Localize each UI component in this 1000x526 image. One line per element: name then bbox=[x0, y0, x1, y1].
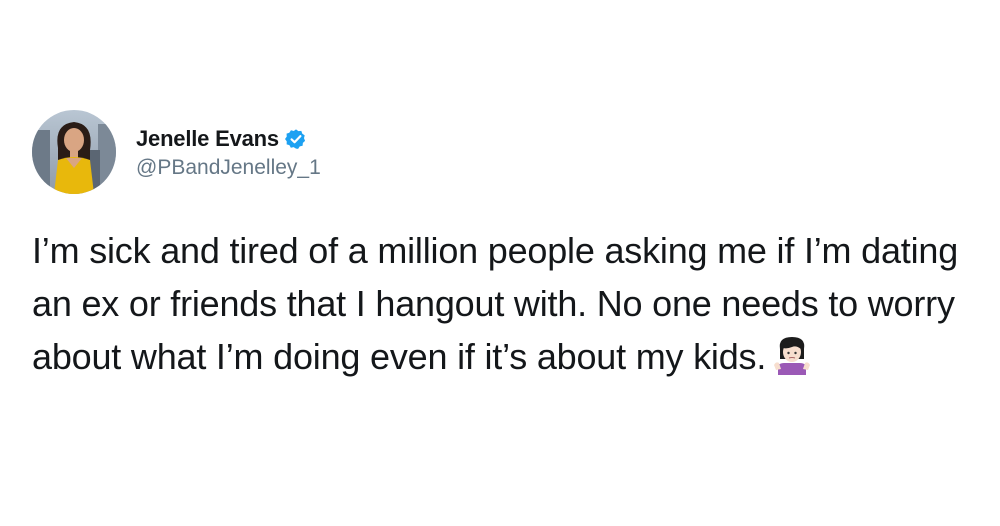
tweet-header: Jenelle Evans @PBandJenelley_1 bbox=[32, 110, 992, 194]
name-row: Jenelle Evans bbox=[136, 124, 321, 154]
tweet-text: I’m sick and tired of a million people a… bbox=[32, 230, 959, 377]
woman-shrugging-icon bbox=[772, 335, 812, 375]
avatar[interactable] bbox=[32, 110, 116, 194]
display-name[interactable]: Jenelle Evans bbox=[136, 126, 279, 152]
user-handle[interactable]: @PBandJenelley_1 bbox=[136, 156, 321, 180]
verified-badge-icon bbox=[284, 128, 307, 150]
tweet-card: Jenelle Evans @PBandJenelley_1 I’m sick … bbox=[32, 110, 992, 383]
avatar-image bbox=[32, 110, 116, 194]
tweet-text-container: I’m sick and tired of a million people a… bbox=[32, 224, 1000, 383]
author-names: Jenelle Evans @PBandJenelley_1 bbox=[136, 124, 321, 180]
